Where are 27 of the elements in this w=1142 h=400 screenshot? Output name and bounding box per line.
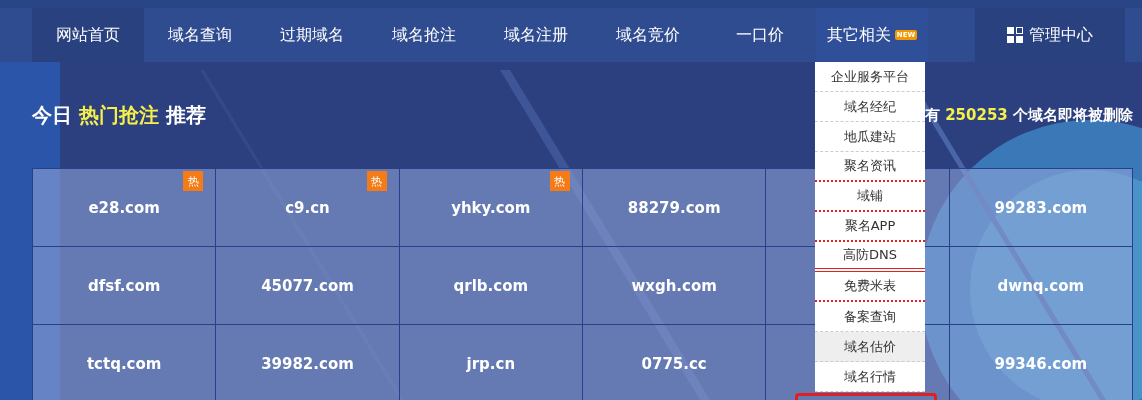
domain-link[interactable]: c9.cn [285, 198, 330, 217]
domain-link[interactable]: jrp.cn [466, 354, 516, 373]
admin-button[interactable]: 管理中心 [975, 8, 1125, 62]
hot-badge: 热 [183, 171, 204, 191]
hot-badge: 热 [366, 171, 387, 191]
domain-link[interactable]: e28.com [88, 198, 160, 217]
nav-item[interactable]: 域名查询 [144, 8, 256, 62]
grid-icon [1007, 27, 1023, 43]
domain-link[interactable]: dfsf.com [87, 276, 161, 295]
domain-link[interactable]: qrlb.com [453, 276, 529, 295]
domain-link[interactable]: 39982.com [261, 354, 354, 373]
menu-item[interactable]: 域名估价 [815, 332, 925, 362]
domain-link[interactable]: 45077.com [261, 276, 354, 295]
nav-item[interactable]: 域名注册 [480, 8, 592, 62]
nav-item[interactable]: 过期域名 [256, 8, 368, 62]
domain-link[interactable]: tctq.com [86, 354, 162, 373]
nav-item[interactable]: 域名竞价 [592, 8, 704, 62]
hot-badge: 热 [550, 171, 570, 191]
domain-link[interactable]: 0775.cc [641, 354, 707, 373]
domain-link[interactable]: yhky.com [451, 198, 531, 217]
domain-link[interactable]: wxgh.com [631, 276, 717, 295]
section-title: 今日 热门抢注 推荐 [32, 101, 206, 129]
deletion-notice: 有 250253 个域名即将被删除 [924, 105, 1133, 125]
nav-item[interactable]: 一口价 [704, 8, 816, 62]
nav-item[interactable]: 网站首页 [32, 8, 144, 62]
nav-item[interactable]: 域名抢注 [368, 8, 480, 62]
domain-link[interactable]: 88279.com [627, 198, 721, 217]
